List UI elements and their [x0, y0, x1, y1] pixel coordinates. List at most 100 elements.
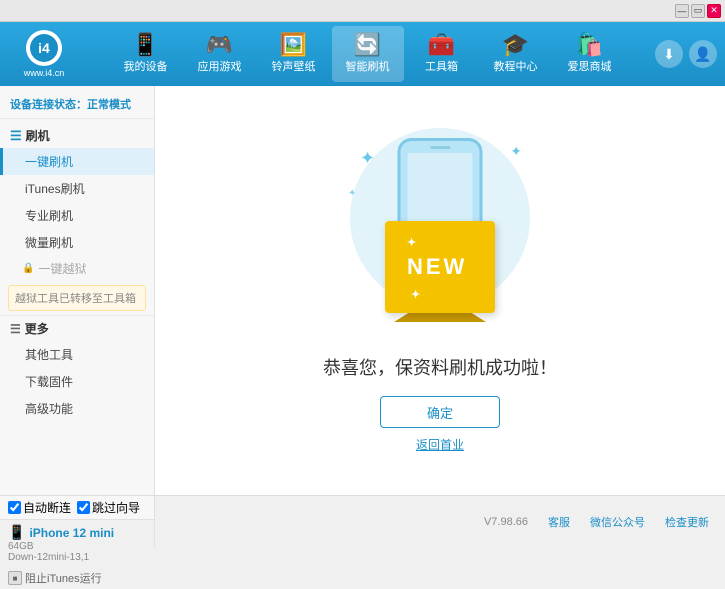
itunes-stop-btn[interactable]: ■ — [8, 571, 22, 585]
device-name[interactable]: iPhone 12 mini — [29, 526, 114, 540]
other-label: 其他工具 — [25, 348, 73, 362]
nav-my-device-label: 我的设备 — [124, 58, 168, 74]
advanced-label: 高级功能 — [25, 402, 73, 416]
device-storage: 64GB — [8, 541, 146, 552]
download-label: 下载固件 — [25, 375, 73, 389]
tools-icon: 🧰 — [428, 34, 455, 56]
new-badge-text: NEW — [407, 254, 467, 279]
status-value: 正常模式 — [87, 99, 131, 111]
more-section-icon: ☰ — [10, 322, 21, 336]
illustration: ✦ ✦ ✦ ✦ NEW ✦ — [330, 128, 550, 338]
sidebar-item-download[interactable]: 下载固件 — [0, 368, 154, 395]
auto-disconnect-checkbox[interactable] — [8, 501, 21, 514]
sparkle-1: ✦ — [360, 148, 375, 169]
ribbon-middle — [410, 312, 470, 322]
confirm-button[interactable]: 确定 — [380, 396, 500, 428]
flash-icon: 🔄 — [354, 34, 381, 56]
nav-apps[interactable]: 🎮 应用游戏 — [184, 26, 256, 82]
micro-label: 微量刷机 — [25, 236, 73, 250]
apps-icon: 🎮 — [206, 34, 233, 56]
sparkle-left: ✦ — [407, 237, 419, 249]
skip-wizard-checkbox[interactable] — [77, 501, 90, 514]
checkbox-auto-disconnect[interactable]: 自动断连 — [8, 499, 71, 516]
sidebar-flash-section: ☰ 刷机 一键刷机 iTunes刷机 专业刷机 微量刷机 🔒 一键越狱 越狱工具… — [0, 123, 154, 311]
service-link[interactable]: 客服 — [548, 514, 570, 530]
itunes-stop-label: 阻止iTunes运行 — [25, 570, 102, 586]
nav-my-device[interactable]: 📱 我的设备 — [110, 26, 182, 82]
ringtone-icon: 🖼️ — [280, 34, 307, 56]
onekey-label: 一键刷机 — [25, 155, 73, 169]
flash-section-icon: ☰ — [10, 128, 22, 144]
sidebar-item-micro[interactable]: 微量刷机 — [0, 229, 154, 256]
jailbreak-label: 一键越狱 — [38, 260, 86, 277]
user-btn[interactable]: 👤 — [689, 40, 717, 68]
status-bar: 设备连接状态：正常模式 — [0, 90, 154, 119]
back-link[interactable]: 返回首业 — [416, 436, 464, 453]
device-icon: 📱 — [132, 34, 159, 56]
nav-tools-label: 工具箱 — [425, 58, 458, 74]
status-label: 设备连接状态： — [10, 99, 87, 111]
skip-wizard-label: 跳过向导 — [92, 499, 140, 516]
sidebar-group-more: ☰ 更多 — [0, 315, 154, 341]
logo-inner: i4 — [30, 34, 58, 62]
bottom-checkboxes: 自动断连 跳过向导 — [0, 496, 154, 520]
nav-flash[interactable]: 🔄 智能刷机 — [332, 26, 404, 82]
sidebar-item-pro[interactable]: 专业刷机 — [0, 202, 154, 229]
ribbon-tails — [394, 312, 486, 322]
success-text: 恭喜您，保资料刷机成功啦！ — [323, 354, 557, 380]
nav-tutorial[interactable]: 🎓 教程中心 — [480, 26, 552, 82]
logo[interactable]: i4 www.i4.cn — [8, 28, 80, 80]
close-btn[interactable]: ✕ — [707, 4, 721, 18]
sidebar-item-advanced[interactable]: 高级功能 — [0, 395, 154, 422]
nav-apps-label: 应用游戏 — [198, 58, 242, 74]
sidebar-item-itunes[interactable]: iTunes刷机 — [0, 175, 154, 202]
flash-section-label: 刷机 — [26, 127, 50, 144]
minimize-btn[interactable]: — — [675, 4, 689, 18]
sparkle-2: ✦ — [510, 143, 522, 160]
nav-items: 📱 我的设备 🎮 应用游戏 🖼️ 铃声壁纸 🔄 智能刷机 🧰 工具箱 🎓 教程中… — [88, 26, 647, 82]
bottom-left-panel: 自动断连 跳过向导 📱 iPhone 12 mini 64GB Down-12m… — [0, 496, 155, 547]
nav-tools[interactable]: 🧰 工具箱 — [406, 26, 478, 82]
title-bar: — ▭ ✕ — [0, 0, 725, 22]
sidebar-notice: 越狱工具已转移至工具箱 — [8, 285, 146, 311]
version-text: V7.98.66 — [484, 516, 528, 528]
auto-disconnect-label: 自动断连 — [23, 499, 71, 516]
wechat-link[interactable]: 微信公众号 — [590, 514, 645, 530]
content-area: ✦ ✦ ✦ ✦ NEW ✦ 恭喜您，保资料刷机成功啦！ 确定 返回首业 — [155, 86, 725, 495]
update-link[interactable]: 检查更新 — [665, 514, 709, 530]
sparkle-right: ✦ — [411, 289, 423, 301]
device-phone-icon: 📱 — [8, 524, 25, 541]
sidebar-item-onekey[interactable]: 一键刷机 — [0, 148, 154, 175]
nav-ringtone[interactable]: 🖼️ 铃声壁纸 — [258, 26, 330, 82]
sparkle-3: ✦ — [348, 188, 356, 199]
nav-ringtone-label: 铃声壁纸 — [272, 58, 316, 74]
checkbox-skip-wizard[interactable]: 跳过向导 — [77, 499, 140, 516]
logo-sub: www.i4.cn — [24, 68, 65, 78]
sidebar-item-jailbreak-disabled: 🔒 一键越狱 — [0, 256, 154, 281]
tutorial-icon: 🎓 — [502, 34, 529, 56]
nav-shop[interactable]: 🛍️ 爱思商城 — [554, 26, 626, 82]
bottom-layout: 自动断连 跳过向导 📱 iPhone 12 mini 64GB Down-12m… — [0, 495, 725, 547]
shop-icon: 🛍️ — [576, 34, 603, 56]
sidebar-item-other[interactable]: 其他工具 — [0, 341, 154, 368]
ribbon-tail-right — [470, 312, 486, 322]
nav-shop-label: 爱思商城 — [568, 58, 612, 74]
lock-icon: 🔒 — [22, 263, 34, 274]
download-btn[interactable]: ⬇ — [655, 40, 683, 68]
itunes-stop-area: ■ 阻止iTunes运行 — [0, 567, 154, 589]
logo-circle: i4 — [26, 30, 62, 66]
new-badge: ✦ NEW ✦ — [385, 221, 495, 313]
bottom-main-right: V7.98.66 客服 微信公众号 检查更新 — [155, 496, 725, 547]
header: i4 www.i4.cn 📱 我的设备 🎮 应用游戏 🖼️ 铃声壁纸 🔄 智能刷… — [0, 22, 725, 86]
ribbon-tail-left — [394, 312, 410, 322]
itunes-label: iTunes刷机 — [25, 182, 85, 196]
nav-flash-label: 智能刷机 — [346, 58, 390, 74]
nav-tutorial-label: 教程中心 — [494, 58, 538, 74]
sidebar: 设备连接状态：正常模式 ☰ 刷机 一键刷机 iTunes刷机 专业刷机 微量刷机… — [0, 86, 155, 495]
logo-text: i4 — [38, 40, 50, 56]
device-area: 📱 iPhone 12 mini 64GB Down-12mini-13,1 — [0, 520, 154, 567]
notice-text: 越狱工具已转移至工具箱 — [15, 293, 136, 305]
pro-label: 专业刷机 — [25, 209, 73, 223]
more-section-label: 更多 — [25, 320, 49, 337]
maximize-btn[interactable]: ▭ — [691, 4, 705, 18]
